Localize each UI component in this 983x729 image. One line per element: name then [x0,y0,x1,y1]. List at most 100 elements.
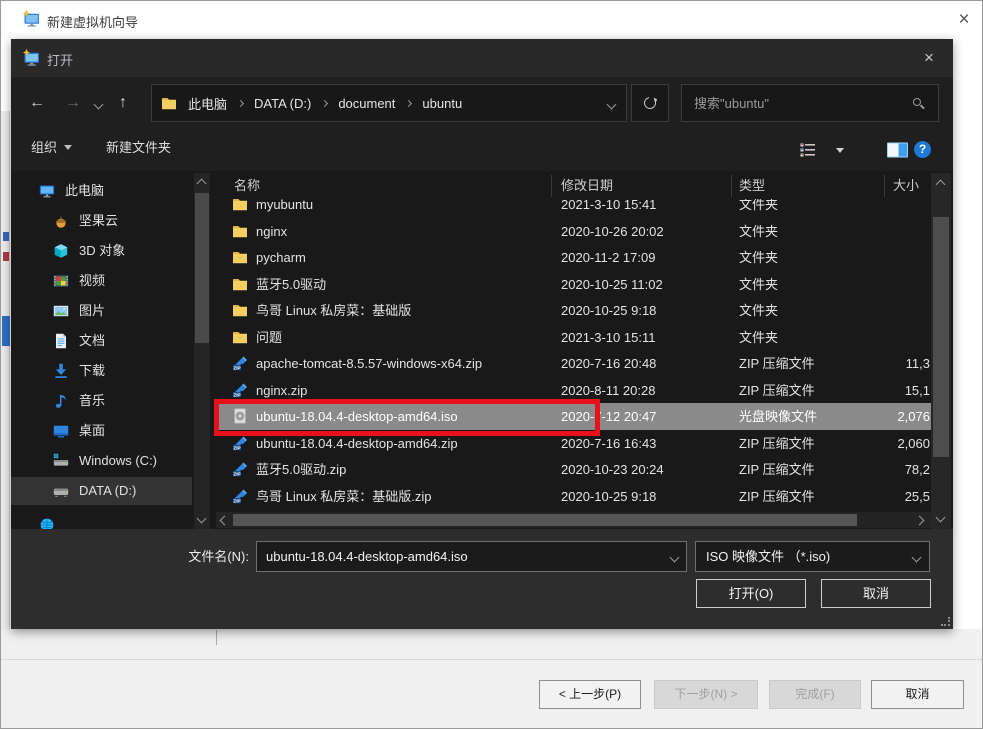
filename-input[interactable] [256,541,687,572]
preview-pane-icon[interactable] [886,142,909,158]
folder-icon [232,223,248,239]
file-row[interactable]: 问题2021-3-10 15:11文件夹 [216,324,931,351]
folder-icon [161,95,177,111]
breadcrumb-item[interactable]: ubuntu [422,96,462,111]
file-name: 问题 [256,324,282,351]
scrollbar-thumb[interactable] [933,217,949,457]
open-file-dialog: 打开 × ← → ↑ 此电脑 DATA (D:) document ubuntu 组织… [11,39,953,629]
help-icon[interactable] [914,141,931,158]
sidebar-item-clipped[interactable] [39,517,55,529]
folder-icon [232,302,248,318]
scroll-down-icon[interactable] [936,513,946,523]
zip-icon: ZIP [232,488,248,504]
sidebar-item[interactable]: 文档 [11,327,192,355]
sidebar-item[interactable]: 音乐 [11,387,192,415]
sidebar-item-label: DATA (D:) [79,477,136,505]
file-row[interactable]: nginx2020-10-26 20:02文件夹 [216,218,931,245]
file-type: 文件夹 [739,297,778,324]
list-scrollbar-vertical[interactable] [931,173,951,529]
column-header-name[interactable]: 名称 [234,173,260,199]
sidebar-item[interactable]: 图片 [11,297,192,325]
scroll-up-icon[interactable] [197,179,207,189]
history-chevron-icon[interactable] [94,100,104,110]
sidebar-item-label: 坚果云 [79,207,118,235]
file-type: ZIP 压缩文件 [739,430,815,457]
column-header-date[interactable]: 修改日期 [561,173,613,199]
sidebar-item[interactable]: 坚果云 [11,207,192,235]
back-arrow-icon[interactable]: ← [25,91,49,115]
file-name: pycharm [256,244,306,271]
column-header-type[interactable]: 类型 [739,173,765,199]
annotation-highlight-box [214,399,600,436]
wizard-button-0[interactable]: < 上一步(P) [539,680,641,709]
file-size: 11,3 [829,350,930,377]
sidebar-item[interactable]: Windows (C:) [11,447,192,475]
file-row[interactable]: pycharm2020-11-2 17:09文件夹 [216,244,931,271]
file-size: 15,1 [829,377,930,404]
open-button[interactable]: 打开(O) [696,579,806,608]
sidebar-item-label: 视频 [79,267,105,295]
organize-button[interactable]: 组织 [31,137,72,156]
filename-label: 文件名(N): [101,541,249,572]
sidebar-item[interactable]: 桌面 [11,417,192,445]
sidebar-item[interactable]: DATA (D:) [11,477,192,505]
dialog-close-button[interactable]: × [913,45,945,71]
new-folder-button[interactable]: 新建文件夹 [106,137,171,156]
filetype-value: ISO 映像文件 （*.iso) [706,549,830,564]
sidebar-item-label: 音乐 [79,387,105,415]
refresh-button[interactable] [631,84,669,122]
sidebar-item[interactable]: 3D 对象 [11,237,192,265]
wizard-footer-divider [1,659,982,660]
wizard-button-2: 完成(F) [769,680,861,709]
sidebar-item[interactable]: 下载 [11,357,192,385]
breadcrumb-item[interactable]: 此电脑 [188,94,227,113]
file-name: 蓝牙5.0驱动.zip [256,456,346,483]
file-row[interactable]: ZIP蓝牙5.0驱动.zip2020-10-23 20:24ZIP 压缩文件78… [216,456,931,483]
forward-arrow-icon[interactable]: → [61,91,85,115]
file-row[interactable]: ZIP鸟哥 Linux 私房菜：基础版.zip2020-10-25 9:18ZI… [216,483,931,510]
sidebar-item[interactable]: 视频 [11,267,192,295]
open-dialog-icon [22,49,40,67]
breadcrumb[interactable]: 此电脑 DATA (D:) document ubuntu [151,84,627,122]
background-blue-dot [3,232,9,241]
wizard-titlebar: 新建虚拟机向导 × [1,1,982,39]
vm-wizard-icon [22,10,40,28]
sidebar-scrollbar[interactable] [194,173,210,529]
search-icon [913,98,921,106]
dialog-title: 打开 [47,50,73,69]
search-input[interactable] [683,86,909,120]
this-pc-icon [39,183,55,199]
scrollbar-thumb[interactable] [195,193,209,343]
file-type: 光盘映像文件 [739,403,817,430]
up-arrow-icon[interactable]: ↑ [111,91,135,115]
view-options-chevron-icon[interactable] [836,148,844,153]
file-row[interactable]: 蓝牙5.0驱动2020-10-25 11:02文件夹 [216,271,931,298]
wizard-footer-area [1,629,982,729]
sidebar-item-label: 桌面 [79,417,105,445]
file-type: 文件夹 [739,324,778,351]
file-date: 2020-10-23 20:24 [561,456,664,483]
filetype-select[interactable]: ISO 映像文件 （*.iso) [695,541,930,572]
file-type: 文件夹 [739,218,778,245]
column-header-size[interactable]: 大小 [831,173,919,199]
sidebar-item[interactable]: 此电脑 [11,177,192,205]
details-view-icon[interactable] [800,143,816,157]
file-row[interactable]: ZIPapache-tomcat-8.5.57-windows-x64.zip2… [216,350,931,377]
scroll-up-icon[interactable] [936,180,946,190]
scroll-down-icon[interactable] [197,514,207,524]
file-row[interactable]: 鸟哥 Linux 私房菜：基础版2020-10-25 9:18文件夹 [216,297,931,324]
column-divider[interactable] [731,175,732,197]
dialog-footer: 文件名(N): ISO 映像文件 （*.iso) 打开(O) 取消 [11,529,953,629]
breadcrumb-item[interactable]: DATA (D:) [254,96,311,111]
breadcrumb-chevron-icon[interactable] [607,100,617,110]
breadcrumb-item[interactable]: document [338,96,395,111]
sidebar-item-label: Windows (C:) [79,447,157,475]
dialog-cancel-button[interactable]: 取消 [821,579,931,608]
wizard-button-3[interactable]: 取消 [871,680,964,709]
column-divider[interactable] [551,175,552,197]
chevron-down-icon [64,145,72,150]
file-date: 2020-10-26 20:02 [561,218,664,245]
window-close-button[interactable]: × [949,5,979,35]
resize-grip[interactable] [941,617,950,626]
window-title: 新建虚拟机向导 [47,12,138,31]
